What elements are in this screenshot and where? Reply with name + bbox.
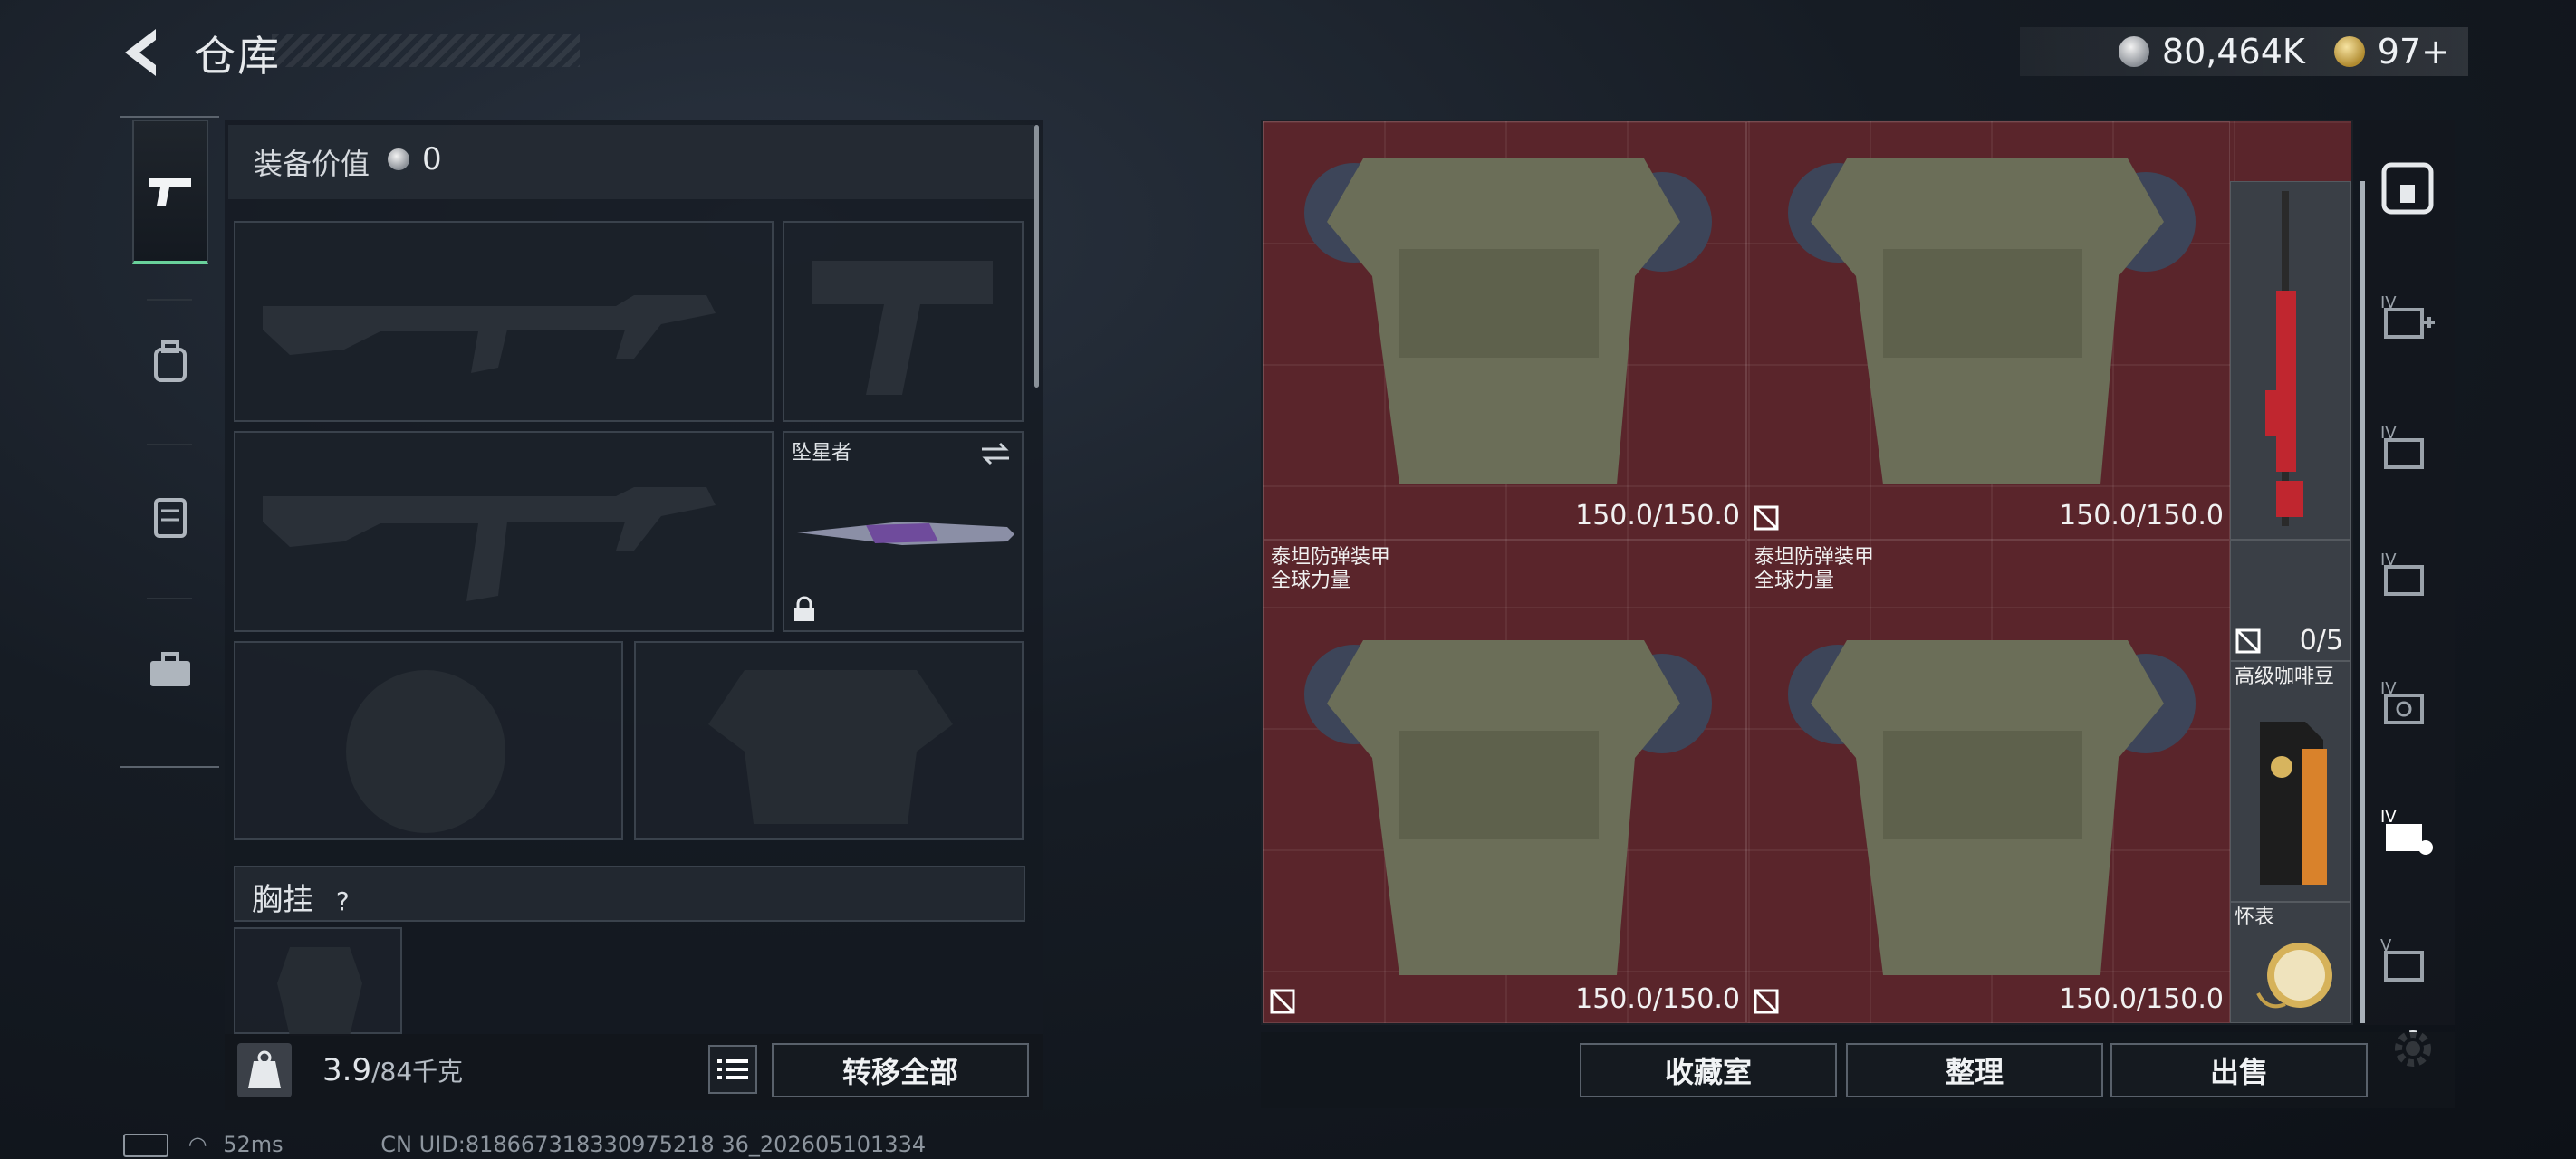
knife-icon (797, 522, 1014, 545)
storage-tabs-scrollbar[interactable] (2360, 181, 2365, 1023)
pistol-silhouette-icon (812, 261, 993, 395)
item-name: 怀表 (2235, 906, 2275, 929)
storage-tab-active-icon[interactable]: IV (2379, 802, 2437, 860)
storage-tab-icon[interactable]: IV (2379, 418, 2437, 476)
helmet-silhouette-icon (346, 670, 505, 833)
weight-icon (237, 1043, 292, 1097)
durability: 150.0/150.0 (2059, 500, 2224, 532)
toolbox-icon (150, 652, 190, 686)
sell-button[interactable]: 出售 (2110, 1043, 2368, 1097)
storage-tab-icon[interactable]: IV (2379, 545, 2437, 603)
ping: 52ms (223, 1132, 284, 1157)
melee-slot[interactable]: 坠星者 (783, 431, 1024, 632)
rifle-silhouette-icon (263, 487, 716, 601)
page-title: 仓库 (194, 32, 281, 81)
chest-rig-silhouette-icon (277, 947, 362, 1036)
currency-bar[interactable]: 80,464K 97+ (2020, 27, 2468, 76)
equipment-value-label: 装备价值 (254, 147, 370, 181)
help-icon[interactable]: ? (336, 886, 350, 916)
transfer-all-button[interactable]: 转移全部 (772, 1043, 1029, 1097)
list-icon (717, 1059, 748, 1079)
body-armor-icon (1304, 640, 1712, 975)
list-view-button[interactable] (708, 1045, 757, 1094)
pocket-watch-icon (2256, 943, 2332, 1009)
armor-slot[interactable] (634, 641, 1024, 840)
lock-icon (794, 596, 814, 621)
durability: 150.0/150.0 (1575, 500, 1740, 532)
equipment-value: 0 (422, 141, 442, 177)
item-name: 泰坦防弹装甲 全球力量 (1754, 546, 1875, 592)
rifle-silhouette-icon (263, 295, 716, 373)
wifi-icon: ◠ (187, 1132, 207, 1157)
storage-tab-add-icon[interactable]: IV (2379, 288, 2437, 346)
vest-icon (154, 498, 187, 538)
item-name: 泰坦防弹装甲 全球力量 (1271, 546, 1391, 592)
durability: 150.0/150.0 (2059, 983, 2224, 1015)
armor-item[interactable]: 泰坦防弹装甲 全球力量 150.0/150.0 (1263, 540, 1746, 1023)
title-decoration (272, 34, 580, 67)
rifle-stack-counter[interactable]: 0/5 (2230, 540, 2351, 661)
tab-armor[interactable] (132, 444, 208, 589)
category-tabs (120, 116, 219, 768)
armor-item[interactable]: 150.0/150.0 (1263, 121, 1746, 540)
no-insurance-icon (2235, 628, 2261, 654)
no-insurance-icon (1754, 989, 1779, 1014)
tab-helmet[interactable] (132, 290, 208, 435)
red-rifle-icon (2265, 191, 2303, 526)
equipment-scrollbar[interactable] (1034, 125, 1039, 388)
svg-text:IV: IV (2380, 808, 2397, 827)
item-name: 高级咖啡豆 (2235, 666, 2335, 688)
coffee-bag-icon (2260, 722, 2327, 885)
body-armor-icon (1788, 158, 2196, 484)
storage-tab-icon[interactable]: V (2379, 931, 2437, 989)
pistol-slot[interactable] (783, 221, 1024, 422)
gold-coin-icon (2333, 36, 2365, 67)
back-icon[interactable] (118, 25, 168, 80)
gold-amount: 97+ (2377, 32, 2450, 72)
no-insurance-icon (1270, 989, 1295, 1014)
chest-rig-slot[interactable] (234, 927, 402, 1036)
secondary-weapon-slot[interactable] (234, 431, 774, 632)
tab-case[interactable] (132, 598, 208, 742)
primary-weapon-slot[interactable] (234, 221, 774, 422)
sniper-rifle-item[interactable] (2230, 181, 2351, 540)
silver-coin-icon (388, 148, 409, 170)
silver-coin-icon (2118, 36, 2149, 67)
coffee-bean-item[interactable]: 高级咖啡豆 (2230, 661, 2351, 902)
uid: CN UID:818667318330975218 36_20260510133… (380, 1132, 927, 1157)
armor-item[interactable]: 150.0/150.0 (1746, 121, 2230, 540)
no-insurance-icon (1754, 505, 1779, 531)
helmet-slot[interactable] (234, 641, 623, 840)
body-armor-icon (1304, 158, 1712, 484)
armor-silhouette-icon (708, 670, 953, 824)
storage-tab-camera-icon[interactable]: IV (2379, 674, 2437, 732)
battery-icon (123, 1134, 168, 1157)
silver-amount: 80,464K (2161, 32, 2305, 72)
swap-icon[interactable] (978, 440, 1013, 467)
durability: 150.0/150.0 (1575, 983, 1740, 1015)
melee-name: 坠星者 (792, 442, 852, 465)
collection-room-button[interactable]: 收藏室 (1580, 1043, 1837, 1097)
chest-rig-label: 胸挂 ? (252, 882, 350, 918)
status-bar: ◠ 52ms CN UID:818667318330975218 36_2026… (123, 1132, 926, 1157)
sort-button[interactable]: 整理 (1846, 1043, 2103, 1097)
tab-weapons[interactable] (132, 120, 208, 264)
backpack-icon (154, 340, 187, 382)
safe-icon[interactable] (2379, 159, 2437, 217)
chest-rig-header (234, 866, 1025, 922)
armor-item[interactable]: 泰坦防弹装甲 全球力量 150.0/150.0 (1746, 540, 2230, 1023)
pistol-icon (149, 178, 191, 206)
body-armor-icon (1788, 640, 2196, 975)
stack-count: 0/5 (2299, 625, 2343, 656)
weight-readout: 3.9/84千克 (322, 1052, 464, 1088)
pocket-watch-item[interactable]: 怀表 (2230, 902, 2351, 1023)
